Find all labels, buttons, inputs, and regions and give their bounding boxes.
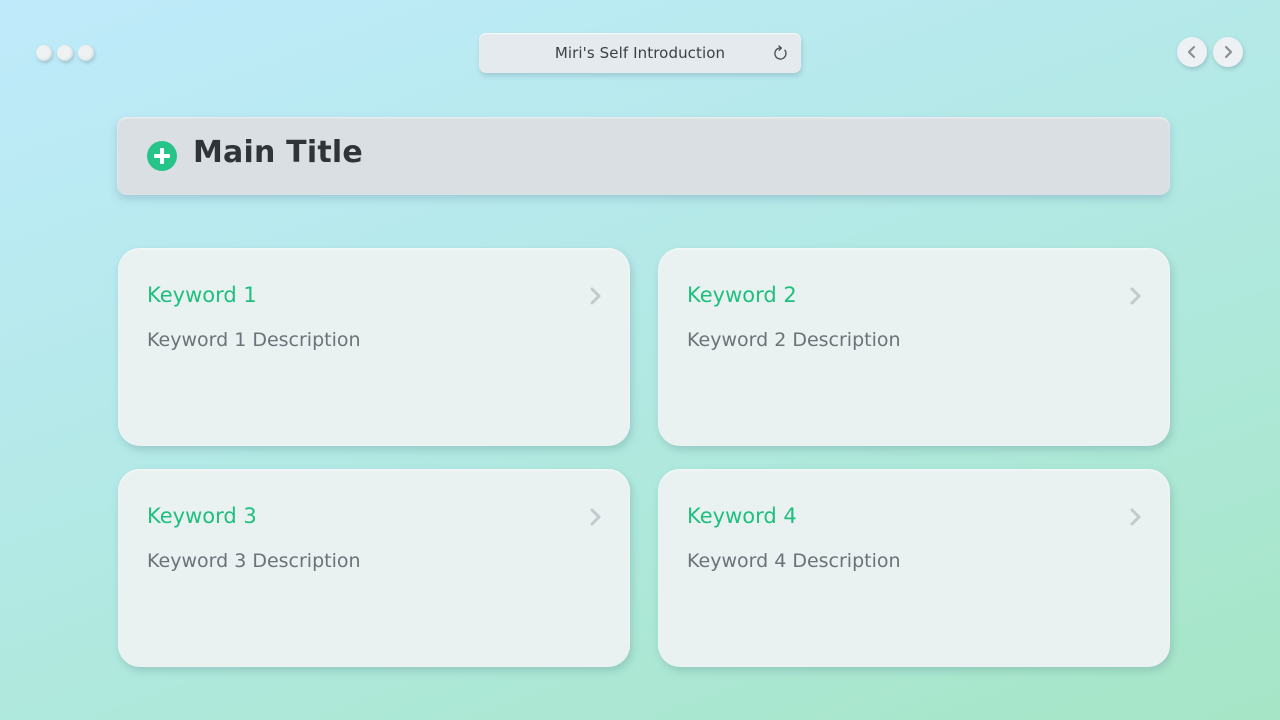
chevron-right-icon — [590, 287, 601, 305]
keyword-card-4[interactable]: Keyword 4 Keyword 4 Description — [658, 469, 1170, 667]
main-title-header: Main Title — [117, 117, 1170, 195]
window-dot-2[interactable] — [57, 45, 73, 61]
plus-circle-icon[interactable] — [147, 141, 177, 171]
main-title: Main Title — [193, 135, 363, 170]
address-bar[interactable]: Miri's Self Introduction — [479, 33, 801, 73]
card-description: Keyword 4 Description — [687, 550, 901, 572]
keyword-card-2[interactable]: Keyword 2 Keyword 2 Description — [658, 248, 1170, 446]
card-title: Keyword 3 — [147, 504, 257, 528]
chevron-right-icon — [1130, 508, 1141, 526]
keyword-card-1[interactable]: Keyword 1 Keyword 1 Description — [118, 248, 630, 446]
window-dot-1[interactable] — [36, 45, 52, 61]
card-description: Keyword 1 Description — [147, 329, 361, 351]
window-dot-3[interactable] — [78, 45, 94, 61]
card-description: Keyword 2 Description — [687, 329, 901, 351]
chevron-right-icon — [1224, 45, 1233, 59]
chevron-left-icon — [1187, 45, 1196, 59]
card-title: Keyword 1 — [147, 283, 257, 307]
page-title-label: Miri's Self Introduction — [554, 44, 726, 62]
refresh-icon[interactable] — [772, 45, 789, 62]
card-title: Keyword 4 — [687, 504, 797, 528]
back-button[interactable] — [1177, 37, 1207, 67]
keyword-card-3[interactable]: Keyword 3 Keyword 3 Description — [118, 469, 630, 667]
forward-button[interactable] — [1213, 37, 1243, 67]
window-controls — [36, 45, 94, 61]
card-description: Keyword 3 Description — [147, 550, 361, 572]
chevron-right-icon — [590, 508, 601, 526]
chevron-right-icon — [1130, 287, 1141, 305]
card-title: Keyword 2 — [687, 283, 797, 307]
